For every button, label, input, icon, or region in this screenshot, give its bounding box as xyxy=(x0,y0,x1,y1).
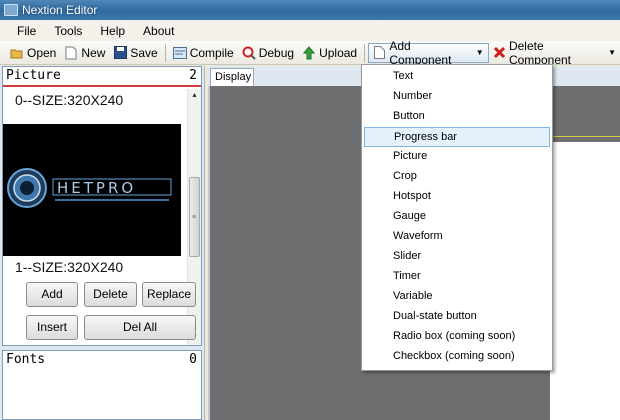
upload-button[interactable]: Upload xyxy=(298,43,361,63)
dropdown-arrow-icon: ▼ xyxy=(475,48,484,57)
delete-component-button[interactable]: Delete Component ▼ xyxy=(489,39,620,67)
insert-picture-button[interactable]: Insert xyxy=(26,315,78,340)
debug-button[interactable]: Debug xyxy=(238,43,298,63)
hetpro-logo-image: HETPRO xyxy=(3,124,181,256)
fonts-panel: Fonts 0 xyxy=(2,350,202,420)
menu-item-dual-state-button[interactable]: Dual-state button xyxy=(364,307,550,327)
menu-item-picture[interactable]: Picture xyxy=(364,147,550,167)
picture-item-label[interactable]: 1--SIZE:320X240 xyxy=(3,256,187,278)
menu-about[interactable]: About xyxy=(134,24,183,38)
fonts-count: 0 xyxy=(189,352,197,367)
menu-item-crop[interactable]: Crop xyxy=(364,167,550,187)
app-icon xyxy=(4,4,18,16)
debug-magnifier-icon xyxy=(242,46,256,60)
upload-label: Upload xyxy=(319,45,358,60)
add-component-menu: Text Number Button Progress bar Picture … xyxy=(361,64,553,371)
toolbar-separator xyxy=(164,43,166,62)
new-file-icon xyxy=(64,46,78,60)
fonts-panel-header: Fonts 0 xyxy=(3,351,201,369)
title-bar: Nextion Editor xyxy=(0,0,620,20)
menu-item-gauge[interactable]: Gauge xyxy=(364,207,550,227)
window-title: Nextion Editor xyxy=(22,3,98,17)
upload-arrow-icon xyxy=(302,45,316,60)
open-button[interactable]: Open xyxy=(6,43,60,63)
left-panel: Picture 2 0--SIZE:320X240 HETPRO 1--SIZE… xyxy=(0,66,205,420)
add-component-button[interactable]: Add Component ▼ xyxy=(368,39,489,67)
delete-all-pictures-button[interactable]: Del All xyxy=(84,315,196,340)
replace-picture-button[interactable]: Replace xyxy=(142,282,196,307)
add-component-label: Add Component xyxy=(389,38,452,67)
dropdown-arrow-icon: ▼ xyxy=(608,48,616,57)
menu-item-number[interactable]: Number xyxy=(364,87,550,107)
save-label: Save xyxy=(130,45,158,60)
picture-thumbnail[interactable]: HETPRO xyxy=(3,124,181,256)
new-button[interactable]: New xyxy=(60,43,109,63)
grip-icon: ≡ xyxy=(192,214,197,221)
menu-item-button[interactable]: Button xyxy=(364,107,550,127)
menu-item-text[interactable]: Text xyxy=(364,67,550,87)
menu-file[interactable]: File xyxy=(8,24,45,38)
menu-help[interactable]: Help xyxy=(91,24,134,38)
floppy-disk-icon xyxy=(113,46,127,60)
menu-item-radio-box[interactable]: Radio box (coming soon) xyxy=(364,327,550,347)
add-picture-button[interactable]: Add xyxy=(26,282,78,307)
save-button[interactable]: Save xyxy=(109,43,161,63)
picture-count: 2 xyxy=(189,68,197,83)
menu-item-slider[interactable]: Slider xyxy=(364,247,550,267)
scrollbar-thumb[interactable]: ≡ xyxy=(189,177,200,257)
fonts-panel-title: Fonts xyxy=(6,352,46,367)
debug-label: Debug xyxy=(258,45,295,60)
add-component-icon xyxy=(373,46,386,60)
delete-component-label: Delete Component xyxy=(508,38,572,67)
scroll-up-arrow-icon[interactable]: ▲ xyxy=(188,89,201,103)
compile-label: Compile xyxy=(189,45,234,60)
delete-picture-button[interactable]: Delete xyxy=(84,282,137,307)
toolbar: Open New Save Compile Debug Upload Add C… xyxy=(0,39,620,67)
folder-open-icon xyxy=(10,46,24,60)
menu-item-progress-bar[interactable]: Progress bar xyxy=(364,127,550,147)
canvas-page[interactable] xyxy=(550,142,620,420)
picture-panel-header: Picture 2 xyxy=(3,67,201,87)
canvas-guide-line xyxy=(550,136,620,137)
tab-display[interactable]: Display xyxy=(210,68,254,86)
menu-item-timer[interactable]: Timer xyxy=(364,267,550,287)
menu-tools[interactable]: Tools xyxy=(45,24,91,38)
open-label: Open xyxy=(27,45,57,60)
menu-item-variable[interactable]: Variable xyxy=(364,287,550,307)
delete-x-icon xyxy=(493,46,506,60)
compile-icon xyxy=(172,46,187,60)
menu-item-checkbox[interactable]: Checkbox (coming soon) xyxy=(364,347,550,367)
new-label: New xyxy=(81,45,106,60)
menu-item-hotspot[interactable]: Hotspot xyxy=(364,187,550,207)
menu-item-waveform[interactable]: Waveform xyxy=(364,227,550,247)
picture-item-label[interactable]: 0--SIZE:320X240 xyxy=(3,89,187,111)
logo-text: HETPRO xyxy=(57,179,136,197)
picture-panel-title: Picture xyxy=(6,68,61,83)
compile-button[interactable]: Compile xyxy=(169,43,238,63)
toolbar-separator xyxy=(364,43,366,62)
